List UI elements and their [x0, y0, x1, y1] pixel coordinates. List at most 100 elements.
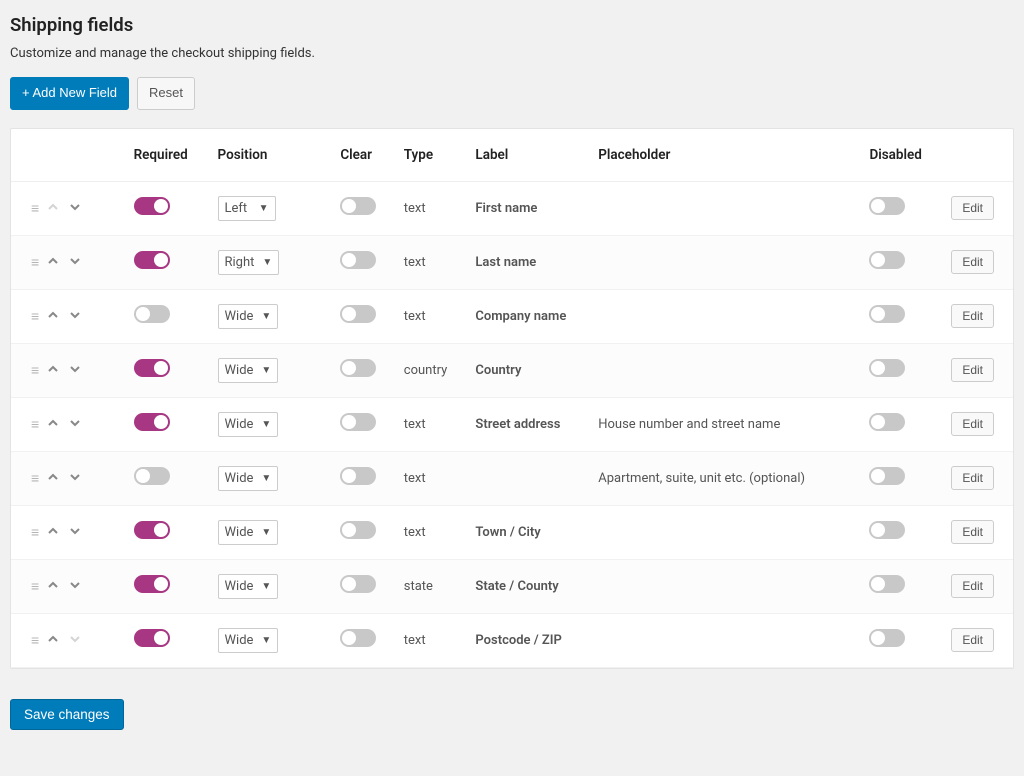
disabled-toggle[interactable]: [869, 413, 905, 431]
disabled-toggle[interactable]: [869, 305, 905, 323]
required-toggle[interactable]: [134, 305, 170, 323]
type-value: text: [394, 289, 466, 343]
col-type: Type: [394, 129, 466, 182]
toggle-knob: [342, 631, 356, 645]
position-select[interactable]: Wide▼: [218, 412, 279, 437]
position-select[interactable]: Left▼: [218, 196, 276, 221]
move-up-icon[interactable]: [47, 471, 59, 486]
table-row: ≡Wide▼countryCountryEdit: [11, 343, 1013, 397]
drag-handle-icon[interactable]: ≡: [31, 362, 37, 379]
disabled-toggle[interactable]: [869, 575, 905, 593]
toggle-knob: [342, 469, 356, 483]
add-new-field-button[interactable]: + Add New Field: [10, 77, 129, 110]
col-label: Label: [465, 129, 588, 182]
move-up-icon[interactable]: [47, 633, 59, 648]
label-value: State / County: [465, 559, 588, 613]
position-select[interactable]: Wide▼: [218, 574, 279, 599]
toggle-knob: [342, 523, 356, 537]
move-down-icon[interactable]: [69, 417, 81, 432]
clear-toggle[interactable]: [340, 521, 376, 539]
position-select[interactable]: Wide▼: [218, 304, 279, 329]
table-row: ≡Left▼textFirst nameEdit: [11, 181, 1013, 235]
clear-toggle[interactable]: [340, 413, 376, 431]
disabled-toggle[interactable]: [869, 251, 905, 269]
move-down-icon[interactable]: [69, 255, 81, 270]
disabled-toggle[interactable]: [869, 197, 905, 215]
position-select[interactable]: Wide▼: [218, 628, 279, 653]
edit-button[interactable]: Edit: [951, 304, 994, 328]
clear-toggle[interactable]: [340, 197, 376, 215]
caret-down-icon: ▼: [261, 635, 271, 646]
drag-handle-icon[interactable]: ≡: [31, 632, 37, 649]
disabled-toggle[interactable]: [869, 521, 905, 539]
move-down-icon[interactable]: [69, 579, 81, 594]
required-toggle[interactable]: [134, 197, 170, 215]
label-value: Company name: [465, 289, 588, 343]
table-row: ≡Wide▼textApartment, suite, unit etc. (o…: [11, 451, 1013, 505]
drag-handle-icon[interactable]: ≡: [31, 200, 37, 217]
clear-toggle[interactable]: [340, 359, 376, 377]
move-down-icon[interactable]: [69, 201, 81, 216]
position-select[interactable]: Right▼: [218, 250, 280, 275]
toggle-knob: [342, 415, 356, 429]
clear-toggle[interactable]: [340, 575, 376, 593]
required-toggle[interactable]: [134, 521, 170, 539]
drag-handle-icon[interactable]: ≡: [31, 254, 37, 271]
position-select[interactable]: Wide▼: [218, 520, 279, 545]
move-up-icon[interactable]: [47, 255, 59, 270]
edit-button[interactable]: Edit: [951, 196, 994, 220]
disabled-toggle[interactable]: [869, 629, 905, 647]
save-changes-button[interactable]: Save changes: [10, 699, 124, 730]
clear-toggle[interactable]: [340, 305, 376, 323]
required-toggle[interactable]: [134, 413, 170, 431]
label-value: First name: [465, 181, 588, 235]
edit-button[interactable]: Edit: [951, 412, 994, 436]
clear-toggle[interactable]: [340, 251, 376, 269]
position-select[interactable]: Wide▼: [218, 358, 279, 383]
caret-down-icon: ▼: [261, 473, 271, 484]
move-down-icon: [69, 633, 81, 648]
type-value: text: [394, 613, 466, 667]
move-up-icon[interactable]: [47, 309, 59, 324]
required-toggle[interactable]: [134, 251, 170, 269]
move-down-icon[interactable]: [69, 471, 81, 486]
required-toggle[interactable]: [134, 359, 170, 377]
move-down-icon[interactable]: [69, 363, 81, 378]
col-disabled: Disabled: [859, 129, 941, 182]
fields-table: Required Position Clear Type Label Place…: [11, 129, 1013, 668]
drag-handle-icon[interactable]: ≡: [31, 524, 37, 541]
reset-button[interactable]: Reset: [137, 77, 195, 110]
required-toggle[interactable]: [134, 629, 170, 647]
type-value: text: [394, 505, 466, 559]
label-value: [465, 451, 588, 505]
move-up-icon[interactable]: [47, 363, 59, 378]
edit-button[interactable]: Edit: [951, 520, 994, 544]
move-down-icon[interactable]: [69, 309, 81, 324]
caret-down-icon: ▼: [261, 311, 271, 322]
edit-button[interactable]: Edit: [951, 628, 994, 652]
move-up-icon[interactable]: [47, 525, 59, 540]
disabled-toggle[interactable]: [869, 467, 905, 485]
toggle-knob: [154, 577, 168, 591]
move-up-icon[interactable]: [47, 417, 59, 432]
clear-toggle[interactable]: [340, 467, 376, 485]
clear-toggle[interactable]: [340, 629, 376, 647]
placeholder-value: [588, 235, 859, 289]
label-value: Postcode / ZIP: [465, 613, 588, 667]
drag-handle-icon[interactable]: ≡: [31, 416, 37, 433]
toggle-knob: [154, 631, 168, 645]
edit-button[interactable]: Edit: [951, 250, 994, 274]
required-toggle[interactable]: [134, 575, 170, 593]
move-up-icon[interactable]: [47, 579, 59, 594]
drag-handle-icon[interactable]: ≡: [31, 308, 37, 325]
required-toggle[interactable]: [134, 467, 170, 485]
edit-button[interactable]: Edit: [951, 358, 994, 382]
move-down-icon[interactable]: [69, 525, 81, 540]
edit-button[interactable]: Edit: [951, 574, 994, 598]
edit-button[interactable]: Edit: [951, 466, 994, 490]
toggle-knob: [871, 631, 885, 645]
drag-handle-icon[interactable]: ≡: [31, 578, 37, 595]
disabled-toggle[interactable]: [869, 359, 905, 377]
drag-handle-icon[interactable]: ≡: [31, 470, 37, 487]
position-select[interactable]: Wide▼: [218, 466, 279, 491]
